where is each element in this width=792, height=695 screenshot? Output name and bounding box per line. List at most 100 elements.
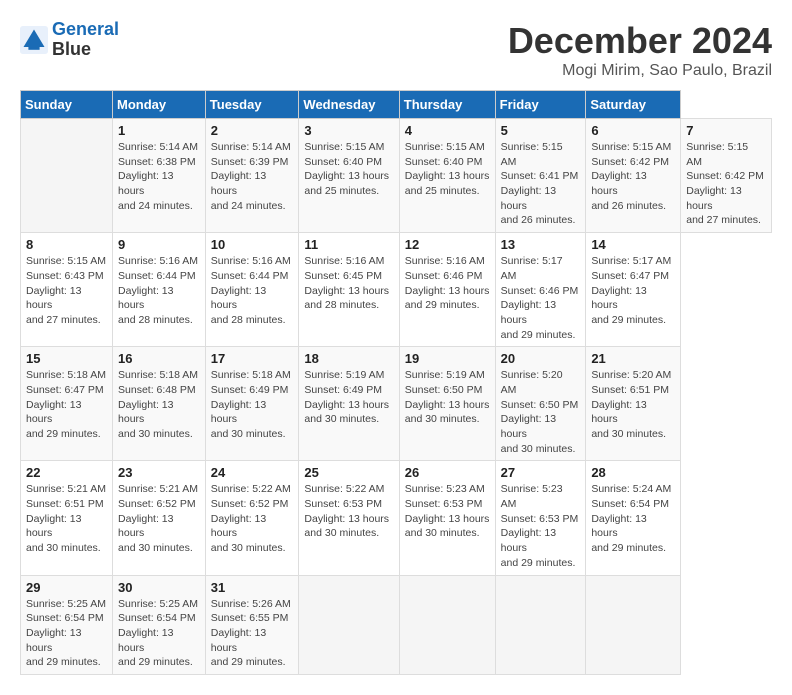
calendar-cell: 4Sunrise: 5:15 AMSunset: 6:40 PMDaylight… [399, 119, 495, 233]
title-block: December 2024 Mogi Mirim, Sao Paulo, Bra… [508, 20, 772, 80]
header-wednesday: Wednesday [299, 91, 399, 119]
calendar-cell: 28Sunrise: 5:24 AMSunset: 6:54 PMDayligh… [586, 461, 681, 575]
calendar-cell: 30 Sunrise: 5:25 AMSunset: 6:54 PMDayligh… [113, 575, 206, 674]
day-number: 17 [211, 351, 294, 366]
day-info: Sunrise: 5:24 AMSunset: 6:54 PMDaylight:… [591, 482, 675, 555]
day-info: Sunrise: 5:19 AMSunset: 6:49 PMDaylight:… [304, 368, 393, 427]
logo-line1: General [52, 19, 119, 39]
calendar-cell: 15 Sunrise: 5:18 AMSunset: 6:47 PMDayligh… [21, 347, 113, 461]
calendar-week-3: 15 Sunrise: 5:18 AMSunset: 6:47 PMDayligh… [21, 347, 772, 461]
header-thursday: Thursday [399, 91, 495, 119]
day-info: Sunrise: 5:15 AMSunset: 6:42 PMDaylight:… [686, 140, 766, 228]
day-info: Sunrise: 5:18 AMSunset: 6:47 PMDaylight:… [26, 368, 107, 441]
day-info: Sunrise: 5:22 AMSunset: 6:52 PMDaylight:… [211, 482, 294, 555]
calendar-cell: 17 Sunrise: 5:18 AMSunset: 6:49 PMDayligh… [205, 347, 299, 461]
day-info: Sunrise: 5:25 AMSunset: 6:54 PMDaylight:… [118, 597, 200, 670]
day-info: Sunrise: 5:18 AMSunset: 6:49 PMDaylight:… [211, 368, 294, 441]
day-number: 24 [211, 465, 294, 480]
day-number: 8 [26, 237, 107, 252]
day-number: 2 [211, 123, 294, 138]
calendar-cell: 5Sunrise: 5:15 AMSunset: 6:41 PMDaylight… [495, 119, 586, 233]
day-number: 12 [405, 237, 490, 252]
day-number: 29 [26, 580, 107, 595]
calendar-cell: 16 Sunrise: 5:18 AMSunset: 6:48 PMDayligh… [113, 347, 206, 461]
calendar-cell: 3 Sunrise: 5:15 AMSunset: 6:40 PMDaylight… [299, 119, 399, 233]
header-saturday: Saturday [586, 91, 681, 119]
day-info: Sunrise: 5:16 AMSunset: 6:46 PMDaylight:… [405, 254, 490, 313]
header-sunday: Sunday [21, 91, 113, 119]
day-info: Sunrise: 5:15 AMSunset: 6:42 PMDaylight:… [591, 140, 675, 213]
day-info: Sunrise: 5:20 AMSunset: 6:51 PMDaylight:… [591, 368, 675, 441]
calendar-cell: 26 Sunrise: 5:23 AMSunset: 6:53 PMDayligh… [399, 461, 495, 575]
calendar-cell: 10Sunrise: 5:16 AMSunset: 6:44 PMDayligh… [205, 233, 299, 347]
header-monday: Monday [113, 91, 206, 119]
calendar-cell [299, 575, 399, 674]
page-header: General Blue December 2024 Mogi Mirim, S… [20, 20, 772, 80]
calendar-cell [495, 575, 586, 674]
calendar-week-4: 22 Sunrise: 5:21 AMSunset: 6:51 PMDayligh… [21, 461, 772, 575]
day-info: Sunrise: 5:26 AMSunset: 6:55 PMDaylight:… [211, 597, 294, 670]
calendar-cell: 12 Sunrise: 5:16 AMSunset: 6:46 PMDayligh… [399, 233, 495, 347]
calendar-cell: 14 Sunrise: 5:17 AMSunset: 6:47 PMDayligh… [586, 233, 681, 347]
calendar-cell: 2Sunrise: 5:14 AMSunset: 6:39 PMDaylight… [205, 119, 299, 233]
day-number: 26 [405, 465, 490, 480]
day-info: Sunrise: 5:21 AMSunset: 6:51 PMDaylight:… [26, 482, 107, 555]
day-info: Sunrise: 5:25 AMSunset: 6:54 PMDaylight:… [26, 597, 107, 670]
day-number: 13 [501, 237, 581, 252]
day-info: Sunrise: 5:14 AMSunset: 6:38 PMDaylight:… [118, 140, 200, 213]
month-title: December 2024 [508, 20, 772, 62]
calendar-week-5: 29 Sunrise: 5:25 AMSunset: 6:54 PMDayligh… [21, 575, 772, 674]
day-number: 9 [118, 237, 200, 252]
day-number: 16 [118, 351, 200, 366]
day-number: 1 [118, 123, 200, 138]
day-info: Sunrise: 5:21 AMSunset: 6:52 PMDaylight:… [118, 482, 200, 555]
calendar-cell [399, 575, 495, 674]
day-info: Sunrise: 5:16 AMSunset: 6:45 PMDaylight:… [304, 254, 393, 313]
calendar-cell: 27Sunrise: 5:23 AMSunset: 6:53 PMDayligh… [495, 461, 586, 575]
calendar-table: SundayMondayTuesdayWednesdayThursdayFrid… [20, 90, 772, 675]
day-number: 14 [591, 237, 675, 252]
calendar-cell: 20 Sunrise: 5:20 AMSunset: 6:50 PMDayligh… [495, 347, 586, 461]
header-tuesday: Tuesday [205, 91, 299, 119]
day-info: Sunrise: 5:19 AMSunset: 6:50 PMDaylight:… [405, 368, 490, 427]
day-info: Sunrise: 5:15 AMSunset: 6:40 PMDaylight:… [405, 140, 490, 199]
calendar-cell: 23 Sunrise: 5:21 AMSunset: 6:52 PMDayligh… [113, 461, 206, 575]
logo-line2: Blue [52, 40, 119, 60]
calendar-cell [586, 575, 681, 674]
day-number: 22 [26, 465, 107, 480]
calendar-week-1: 1 Sunrise: 5:14 AMSunset: 6:38 PMDaylight… [21, 119, 772, 233]
calendar-cell: 25Sunrise: 5:22 AMSunset: 6:53 PMDayligh… [299, 461, 399, 575]
day-number: 10 [211, 237, 294, 252]
day-number: 27 [501, 465, 581, 480]
calendar-cell: 1 Sunrise: 5:14 AMSunset: 6:38 PMDaylight… [113, 119, 206, 233]
calendar-cell: 19Sunrise: 5:19 AMSunset: 6:50 PMDayligh… [399, 347, 495, 461]
calendar-cell: 6 Sunrise: 5:15 AMSunset: 6:42 PMDaylight… [586, 119, 681, 233]
calendar-cell: 22 Sunrise: 5:21 AMSunset: 6:51 PMDayligh… [21, 461, 113, 575]
logo-text: General Blue [52, 20, 119, 60]
logo-icon [20, 26, 48, 54]
day-info: Sunrise: 5:17 AMSunset: 6:47 PMDaylight:… [591, 254, 675, 327]
day-info: Sunrise: 5:15 AMSunset: 6:40 PMDaylight:… [304, 140, 393, 199]
calendar-cell: 24 Sunrise: 5:22 AMSunset: 6:52 PMDayligh… [205, 461, 299, 575]
calendar-cell: 7 Sunrise: 5:15 AMSunset: 6:42 PMDaylight… [681, 119, 772, 233]
day-number: 5 [501, 123, 581, 138]
day-info: Sunrise: 5:17 AMSunset: 6:46 PMDaylight:… [501, 254, 581, 342]
day-info: Sunrise: 5:20 AMSunset: 6:50 PMDaylight:… [501, 368, 581, 456]
day-info: Sunrise: 5:18 AMSunset: 6:48 PMDaylight:… [118, 368, 200, 441]
day-number: 31 [211, 580, 294, 595]
day-number: 25 [304, 465, 393, 480]
day-number: 21 [591, 351, 675, 366]
logo: General Blue [20, 20, 119, 60]
header-friday: Friday [495, 91, 586, 119]
day-number: 23 [118, 465, 200, 480]
day-number: 7 [686, 123, 766, 138]
day-number: 11 [304, 237, 393, 252]
day-number: 3 [304, 123, 393, 138]
day-number: 20 [501, 351, 581, 366]
calendar-cell: 18Sunrise: 5:19 AMSunset: 6:49 PMDayligh… [299, 347, 399, 461]
day-info: Sunrise: 5:23 AMSunset: 6:53 PMDaylight:… [405, 482, 490, 541]
location-subtitle: Mogi Mirim, Sao Paulo, Brazil [508, 62, 772, 80]
day-number: 15 [26, 351, 107, 366]
day-number: 6 [591, 123, 675, 138]
day-number: 30 [118, 580, 200, 595]
